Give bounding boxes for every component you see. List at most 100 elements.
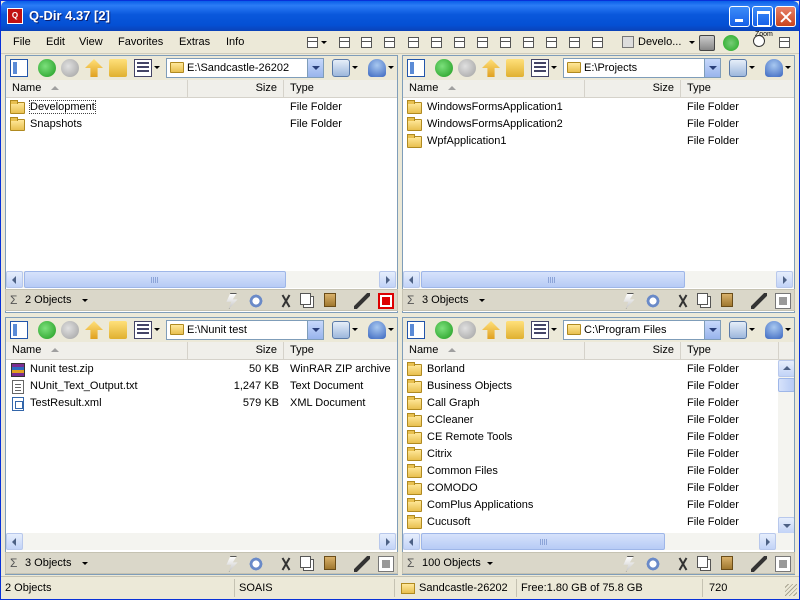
- address-dropdown-button[interactable]: [307, 59, 323, 77]
- view-dropdown-icon[interactable]: [551, 328, 557, 331]
- list-item[interactable]: Nunit test.zip 50 KB WinRAR ZIP archive: [6, 362, 397, 379]
- item-name[interactable]: ComPlus Applications: [427, 499, 533, 511]
- layout-9-icon[interactable]: [523, 37, 534, 48]
- vertical-scrollbar[interactable]: [778, 360, 794, 534]
- item-name[interactable]: Business Objects: [427, 380, 512, 392]
- menu-info[interactable]: Info: [226, 36, 244, 48]
- item-name[interactable]: Common Files: [427, 465, 498, 477]
- scroll-left-button[interactable]: [6, 271, 23, 288]
- list-item[interactable]: COMODO File Folder: [403, 481, 777, 498]
- new-folder-icon[interactable]: [506, 59, 524, 77]
- layout-3-icon[interactable]: [384, 37, 395, 48]
- scroll-left-button[interactable]: [403, 533, 420, 550]
- refresh-icon[interactable]: [645, 556, 661, 572]
- item-name[interactable]: TestResult.xml: [30, 397, 102, 409]
- pane-indicator-icon[interactable]: [378, 556, 394, 572]
- tree-panel-icon[interactable]: [10, 321, 28, 339]
- network-dropdown-icon[interactable]: [785, 66, 791, 69]
- app-icon[interactable]: Q: [7, 8, 23, 24]
- scroll-right-button[interactable]: [776, 271, 793, 288]
- address-bar[interactable]: E:\Sandcastle-26202: [166, 58, 324, 78]
- item-name[interactable]: CE Remote Tools: [427, 431, 512, 443]
- network-dropdown-icon[interactable]: [785, 328, 791, 331]
- up-folder-icon[interactable]: [85, 59, 103, 77]
- item-name[interactable]: Development: [29, 100, 96, 114]
- sync-icon[interactable]: [332, 59, 350, 77]
- quick-action-icon[interactable]: [623, 293, 635, 309]
- list-item[interactable]: CE Remote Tools File Folder: [403, 430, 777, 447]
- paste-icon[interactable]: [721, 293, 733, 307]
- item-name[interactable]: Citrix: [427, 448, 452, 460]
- column-name[interactable]: Name: [403, 80, 585, 98]
- cut-icon[interactable]: [675, 556, 691, 572]
- layout-dropdown-icon[interactable]: [321, 41, 327, 44]
- list-item[interactable]: WpfApplication1 File Folder: [403, 134, 794, 151]
- object-count[interactable]: 3 Objects: [422, 294, 468, 306]
- address-text[interactable]: C:\Program Files: [584, 324, 667, 336]
- favorite-path-button[interactable]: Develo...: [638, 36, 681, 48]
- address-bar[interactable]: C:\Program Files: [563, 320, 721, 340]
- layout-4-icon[interactable]: [408, 37, 419, 48]
- column-name[interactable]: Name: [6, 80, 188, 98]
- view-dropdown-icon[interactable]: [551, 66, 557, 69]
- view-mode-icon[interactable]: [134, 321, 152, 339]
- item-name[interactable]: Call Graph: [427, 397, 480, 409]
- item-name[interactable]: Snapshots: [30, 118, 82, 130]
- add-favorite-icon[interactable]: [723, 35, 739, 51]
- item-name[interactable]: WindowsFormsApplication2: [427, 118, 563, 130]
- layout-10-icon[interactable]: [546, 37, 557, 48]
- list-item[interactable]: Call Graph File Folder: [403, 396, 777, 413]
- layout-6-icon[interactable]: [454, 37, 465, 48]
- scroll-right-button[interactable]: [759, 533, 776, 550]
- view-dropdown-icon[interactable]: [154, 66, 160, 69]
- layout-8-icon[interactable]: [500, 37, 511, 48]
- new-folder-icon[interactable]: [506, 321, 524, 339]
- column-size[interactable]: Size: [585, 80, 681, 98]
- item-name[interactable]: CCleaner: [427, 414, 473, 426]
- cut-icon[interactable]: [278, 293, 294, 309]
- sync-dropdown-icon[interactable]: [749, 66, 755, 69]
- menu-extras[interactable]: Extras: [179, 36, 210, 48]
- list-item[interactable]: Business Objects File Folder: [403, 379, 777, 396]
- list-item[interactable]: Borland File Folder: [403, 362, 777, 379]
- column-name[interactable]: Name: [6, 342, 188, 360]
- sync-icon[interactable]: [729, 59, 747, 77]
- copy-icon[interactable]: [697, 293, 708, 305]
- screen-layout-icon[interactable]: [779, 37, 790, 48]
- up-folder-icon[interactable]: [482, 59, 500, 77]
- copy-icon[interactable]: [300, 556, 311, 568]
- layout-7-icon[interactable]: [477, 37, 488, 48]
- menu-edit[interactable]: Edit: [46, 36, 65, 48]
- object-count[interactable]: 3 Objects: [25, 557, 71, 569]
- rename-icon[interactable]: [751, 556, 767, 572]
- minimize-button[interactable]: [729, 6, 750, 27]
- menu-favorites[interactable]: Favorites: [118, 36, 163, 48]
- status-dropdown-icon[interactable]: [82, 299, 88, 302]
- network-dropdown-icon[interactable]: [388, 328, 394, 331]
- network-icon[interactable]: [765, 59, 783, 77]
- status-dropdown-icon[interactable]: [479, 299, 485, 302]
- layout-5-icon[interactable]: [431, 37, 442, 48]
- resize-grip-icon[interactable]: [785, 584, 797, 596]
- tree-panel-icon[interactable]: [407, 59, 425, 77]
- list-item[interactable]: NUnit_Text_Output.txt 1,247 KB Text Docu…: [6, 379, 397, 396]
- list-item[interactable]: Cucusoft File Folder: [403, 515, 777, 532]
- item-name[interactable]: Cucusoft: [427, 516, 470, 528]
- scroll-right-button[interactable]: [379, 271, 396, 288]
- address-dropdown-button[interactable]: [704, 59, 720, 77]
- status-dropdown-icon[interactable]: [82, 562, 88, 565]
- layout-2-icon[interactable]: [361, 37, 372, 48]
- sync-icon[interactable]: [729, 321, 747, 339]
- list-item[interactable]: CCleaner File Folder: [403, 413, 777, 430]
- network-dropdown-icon[interactable]: [388, 66, 394, 69]
- layout-11-icon[interactable]: [569, 37, 580, 48]
- sync-dropdown-icon[interactable]: [352, 328, 358, 331]
- copy-icon[interactable]: [697, 556, 708, 568]
- item-name[interactable]: COMODO: [427, 482, 478, 494]
- address-text[interactable]: E:\Nunit test: [187, 324, 247, 336]
- view-dropdown-icon[interactable]: [154, 328, 160, 331]
- column-size[interactable]: Size: [585, 342, 681, 360]
- paste-icon[interactable]: [324, 556, 336, 570]
- list-item[interactable]: Citrix File Folder: [403, 447, 777, 464]
- column-type[interactable]: Type: [284, 342, 397, 360]
